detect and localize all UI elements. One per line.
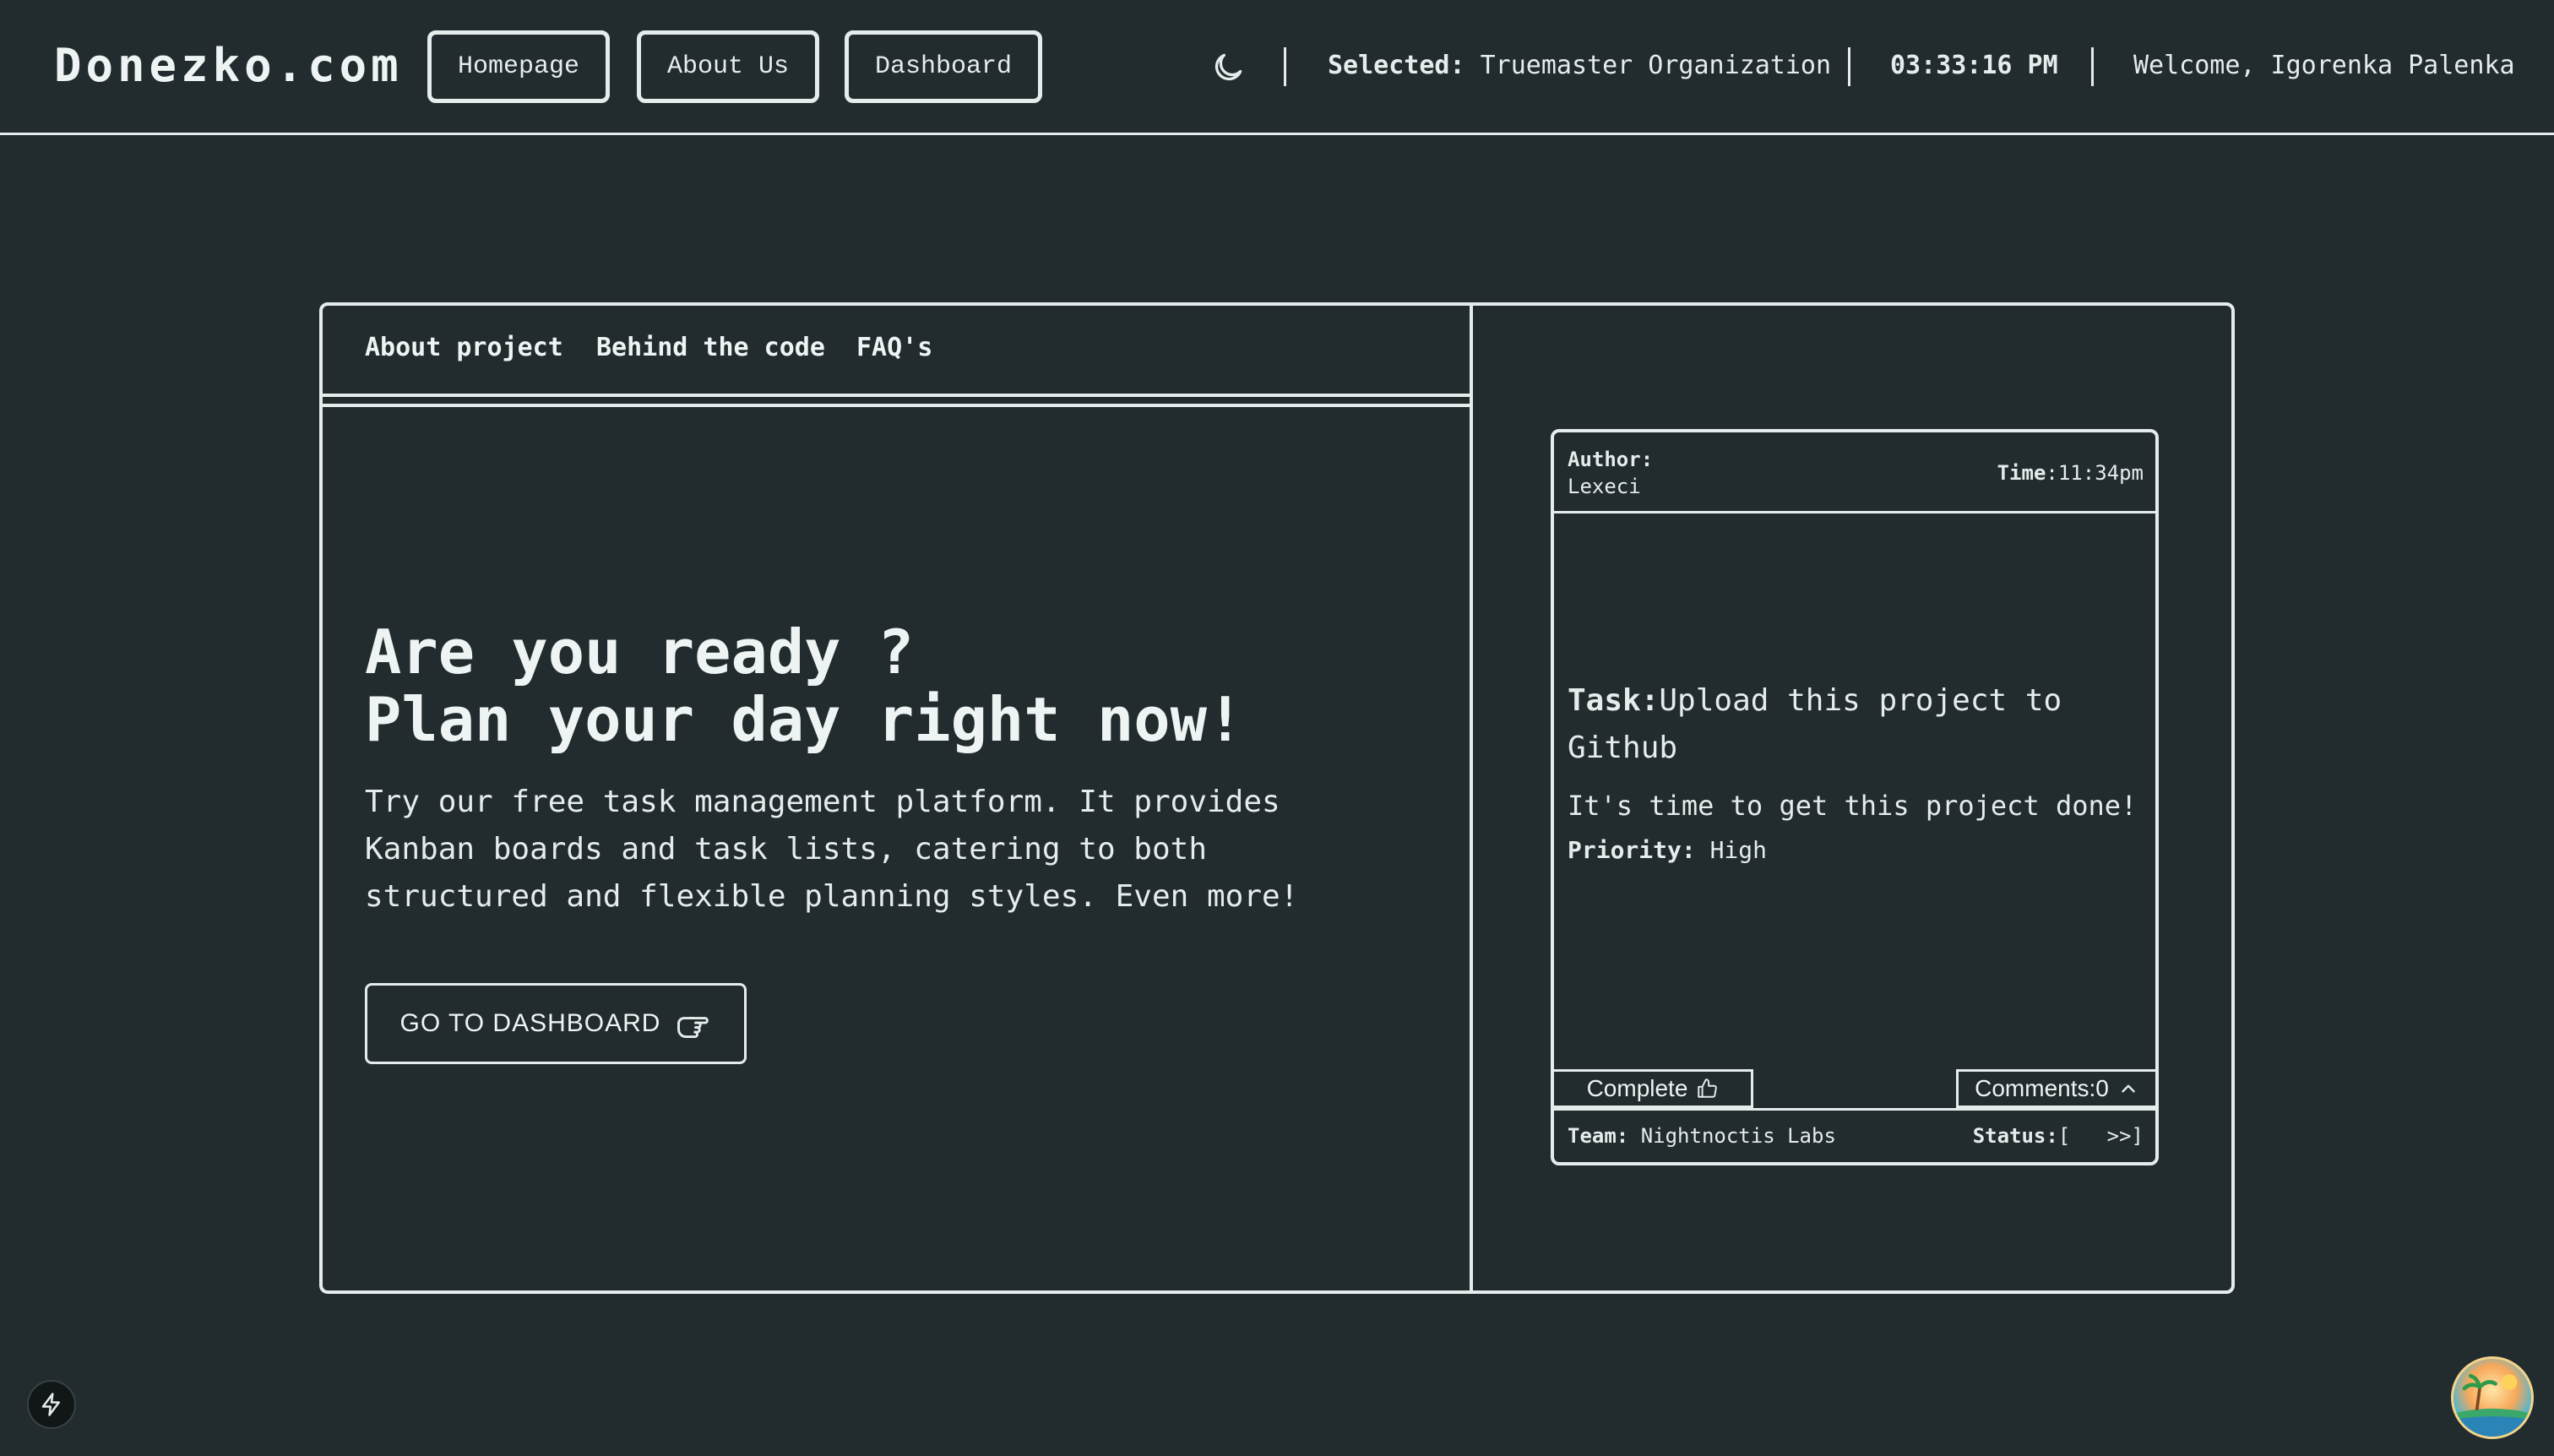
dev-tools-button[interactable] — [27, 1380, 76, 1429]
task-priority: Priority: High — [1568, 836, 2142, 864]
task-preview-card: Author: Lexeci Time:11:34pm Task:Upload … — [1551, 429, 2159, 1165]
task-time: Time:11:34pm — [1997, 461, 2144, 485]
task-title: Task:Upload this project to Github — [1568, 677, 2142, 772]
top-header: Donezko.com Homepage About Us Dashboard … — [0, 0, 2554, 135]
go-to-dashboard-label: GO TO DASHBOARD — [399, 1009, 661, 1037]
complete-label: Complete — [1586, 1075, 1688, 1101]
selected-organization-name: Truemaster Organization — [1480, 51, 1832, 80]
status-label: Status: — [1972, 1124, 2058, 1148]
hero-title-line-2: Plan your day right now! — [365, 684, 1244, 755]
task-card-body: Task:Upload this project to Github It's … — [1568, 677, 2142, 864]
welcome-message[interactable]: Welcome, Igorenka Palenka — [2133, 51, 2515, 80]
task-status: Status:[ >>] — [1973, 1124, 2144, 1148]
island-icon — [2453, 1373, 2531, 1437]
header-separator — [2091, 47, 2094, 86]
priority-label: Priority: — [1568, 836, 1696, 864]
time-value: :11:34pm — [2046, 461, 2144, 485]
task-card-footer: Team: Nightnoctis Labs Status:[ >>] — [1554, 1108, 2155, 1162]
team-label: Team: — [1568, 1124, 1629, 1148]
thumbs-up-icon — [1698, 1078, 1718, 1098]
hero-description: Try our free task management platform. I… — [365, 785, 1299, 914]
author-name: Lexeci — [1568, 475, 1641, 498]
header-separator — [1284, 47, 1286, 86]
selected-label: Selected: — [1328, 51, 1465, 80]
time-label: Time — [1997, 461, 2046, 485]
nav-dashboard-button[interactable]: Dashboard — [845, 30, 1042, 103]
go-to-dashboard-button[interactable]: GO TO DASHBOARD — [365, 983, 747, 1064]
clock: 03:33:16 PM — [1890, 51, 2058, 80]
chevron-up-icon — [2122, 1084, 2135, 1093]
hero-title: Are you ready ? Plan your day right now! — [365, 618, 1429, 753]
selected-organization[interactable]: Selected: Truemaster Organization — [1328, 51, 1831, 80]
nav-about-us-button[interactable]: About Us — [637, 30, 819, 103]
tab-about-project[interactable]: About project — [365, 333, 563, 362]
task-team: Team: Nightnoctis Labs — [1568, 1124, 1836, 1148]
hero-card: About project Behind the code FAQ's Are … — [319, 302, 2235, 1294]
card-divider — [1470, 306, 1473, 1290]
header-separator — [1848, 47, 1850, 86]
info-tabs: About project Behind the code FAQ's — [323, 306, 1470, 407]
hero-title-line-1: Are you ready ? — [365, 617, 915, 687]
comments-button[interactable]: Comments:0 — [1956, 1069, 2155, 1108]
task-description: It's time to get this project done! — [1568, 790, 2138, 822]
nav-homepage-button[interactable]: Homepage — [427, 30, 610, 103]
author-label: Author: — [1568, 448, 1654, 471]
comments-label: Comments:0 — [1975, 1075, 2109, 1101]
task-card-header: Author: Lexeci Time:11:34pm — [1554, 432, 2155, 513]
user-avatar[interactable] — [2451, 1356, 2534, 1439]
priority-value: High — [1709, 836, 1768, 864]
task-label: Task: — [1568, 683, 1660, 718]
brand-logo[interactable]: Donezko.com — [54, 39, 403, 92]
tab-behind-the-code[interactable]: Behind the code — [596, 333, 825, 362]
team-value: Nightnoctis Labs — [1640, 1124, 1836, 1148]
pointing-hand-icon — [677, 1017, 709, 1039]
tab-faqs[interactable]: FAQ's — [856, 333, 932, 362]
lightning-icon — [41, 1393, 60, 1416]
moon-icon[interactable] — [1209, 49, 1247, 86]
complete-button[interactable]: Complete — [1554, 1069, 1753, 1108]
status-value: [ >>] — [2057, 1124, 2144, 1148]
